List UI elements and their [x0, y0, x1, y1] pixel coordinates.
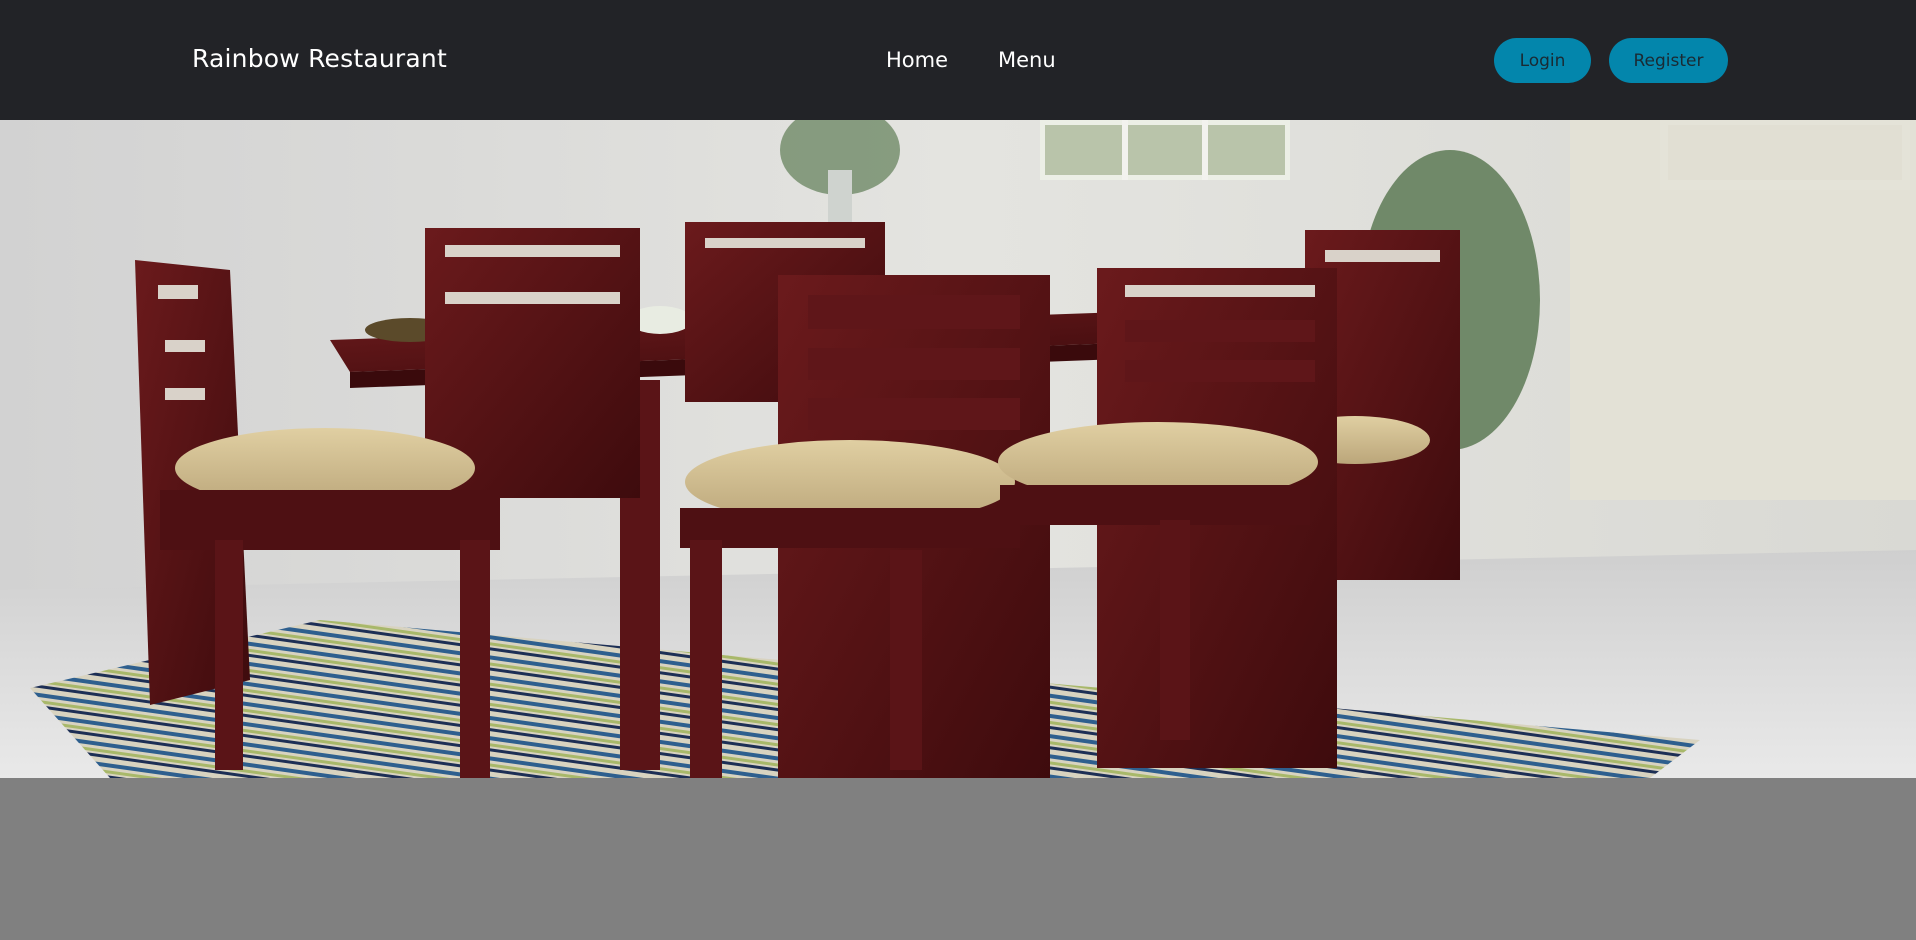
dining-set-illustration [0, 120, 1916, 778]
navbar: Rainbow Restaurant Home Menu Login Regis… [0, 0, 1916, 120]
main-nav: Home Menu [886, 48, 1056, 72]
hero-image [0, 120, 1916, 778]
login-button[interactable]: Login [1494, 38, 1591, 83]
page-body [0, 778, 1916, 940]
register-button[interactable]: Register [1609, 38, 1728, 83]
nav-item-home[interactable]: Home [886, 48, 948, 72]
nav-item-menu[interactable]: Menu [998, 48, 1056, 72]
brand-title[interactable]: Rainbow Restaurant [192, 44, 447, 73]
